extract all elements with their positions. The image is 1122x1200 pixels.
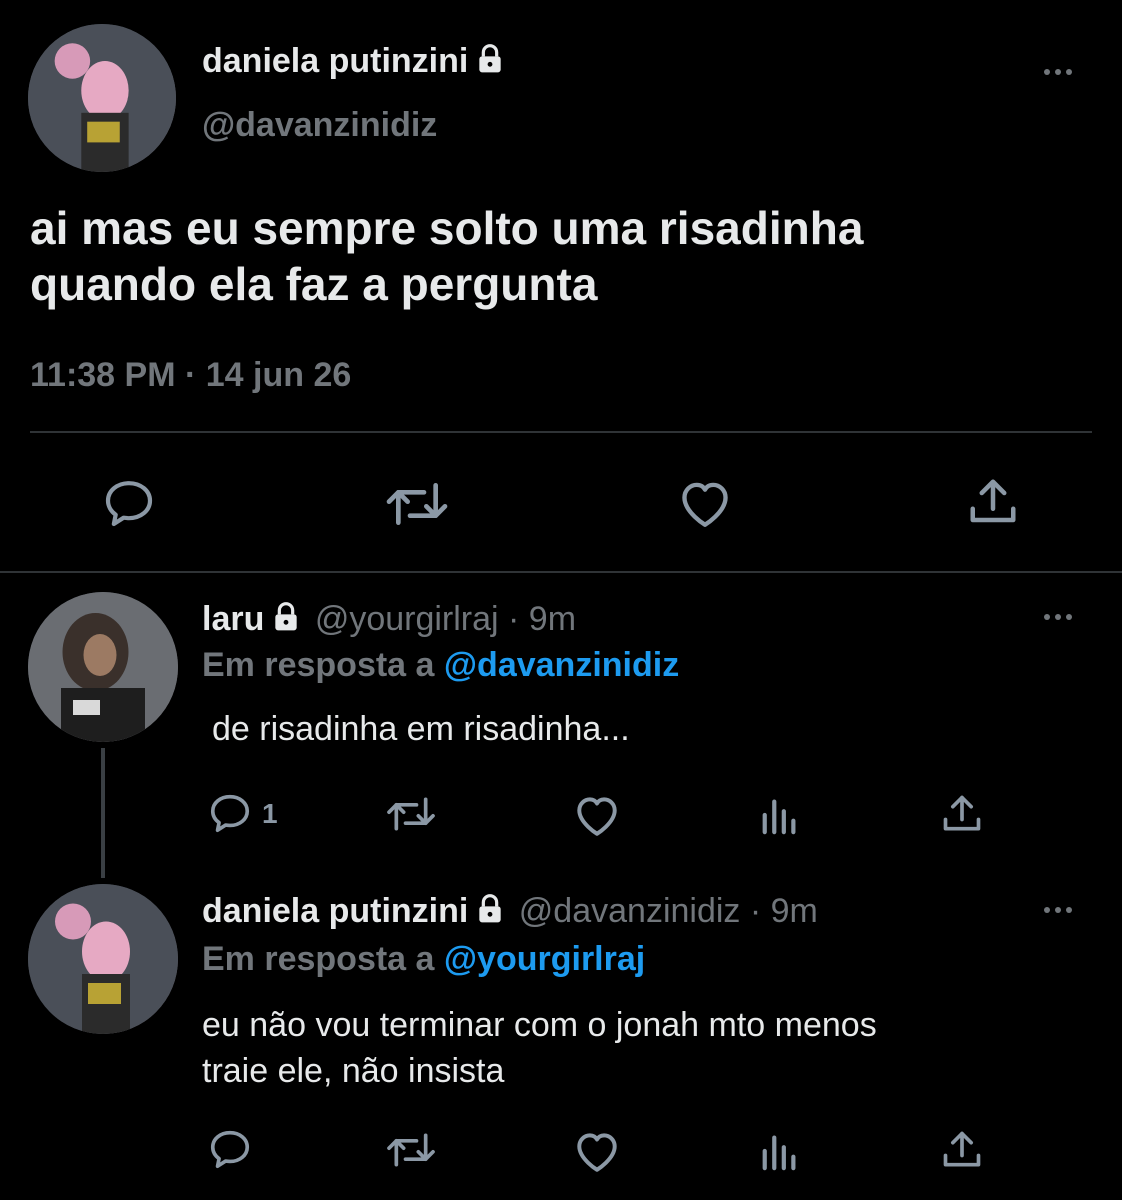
analytics-icon[interactable] xyxy=(758,794,802,836)
mention-link[interactable]: @davanzinidiz xyxy=(444,646,679,684)
handle-time[interactable]: @yourgirlraj · 9m xyxy=(315,600,576,638)
divider xyxy=(0,571,1122,573)
heart-icon[interactable] xyxy=(572,1128,622,1174)
reply-text: eu não vou terminar com o jonah mto meno… xyxy=(202,1002,877,1094)
more-dots-icon[interactable] xyxy=(1044,614,1072,620)
display-name[interactable]: daniela putinzini xyxy=(202,892,468,930)
retweet-icon[interactable] xyxy=(384,476,450,532)
heart-icon[interactable] xyxy=(572,792,622,838)
reply-text-line: eu não vou terminar com o jonah mto meno… xyxy=(202,1006,877,1044)
display-name[interactable]: laru xyxy=(202,600,264,638)
tweet-text-line: ai mas eu sempre solto uma risadinha xyxy=(30,202,864,254)
thread-line xyxy=(101,748,105,878)
reply-prefix: Em resposta a xyxy=(202,646,435,684)
reply-header: laru @yourgirlraj · 9m xyxy=(202,600,576,639)
reply-header: daniela putinzini @davanzinidiz · 9m xyxy=(202,892,818,931)
divider xyxy=(30,431,1092,433)
mention-link[interactable]: @yourgirlraj xyxy=(444,940,645,978)
more-dots-icon[interactable] xyxy=(1044,907,1072,913)
tweet-text-line: quando ela faz a pergunta xyxy=(30,258,598,310)
lock-icon xyxy=(474,43,506,80)
author-handle[interactable]: @davanzinidiz xyxy=(202,106,437,145)
display-name[interactable]: daniela putinzini xyxy=(202,42,468,80)
avatar[interactable] xyxy=(28,24,176,172)
lock-icon xyxy=(474,893,506,930)
author-name-row: daniela putinzini xyxy=(202,42,506,81)
reply-count: 1 xyxy=(262,798,278,829)
more-dots-icon[interactable] xyxy=(1044,69,1072,75)
analytics-icon[interactable] xyxy=(758,1130,802,1172)
avatar[interactable] xyxy=(28,592,178,742)
retweet-icon[interactable] xyxy=(384,1128,438,1172)
avatar[interactable] xyxy=(28,884,178,1034)
reply-text: de risadinha em risadinha... xyxy=(212,710,630,748)
reply-icon[interactable] xyxy=(100,475,158,531)
tweet-text: ai mas eu sempre solto uma risadinha qua… xyxy=(30,200,863,312)
share-icon[interactable] xyxy=(940,792,984,836)
tweet-timestamp[interactable]: 11:38 PM · 14 jun 26 xyxy=(30,356,351,395)
handle-time[interactable]: @davanzinidiz · 9m xyxy=(519,892,818,930)
heart-icon[interactable] xyxy=(676,476,734,530)
retweet-icon[interactable] xyxy=(384,792,438,836)
lock-icon xyxy=(270,601,302,638)
reply-context: Em resposta a @davanzinidiz xyxy=(202,646,679,685)
reply-text-line: traie ele, não insista xyxy=(202,1052,505,1090)
reply-icon[interactable] xyxy=(204,790,256,836)
reply-prefix: Em resposta a xyxy=(202,940,435,978)
reply-icon[interactable] xyxy=(204,1126,256,1172)
share-icon[interactable] xyxy=(940,1128,984,1172)
share-icon[interactable] xyxy=(966,474,1020,530)
reply-context: Em resposta a @yourgirlraj xyxy=(202,940,645,979)
